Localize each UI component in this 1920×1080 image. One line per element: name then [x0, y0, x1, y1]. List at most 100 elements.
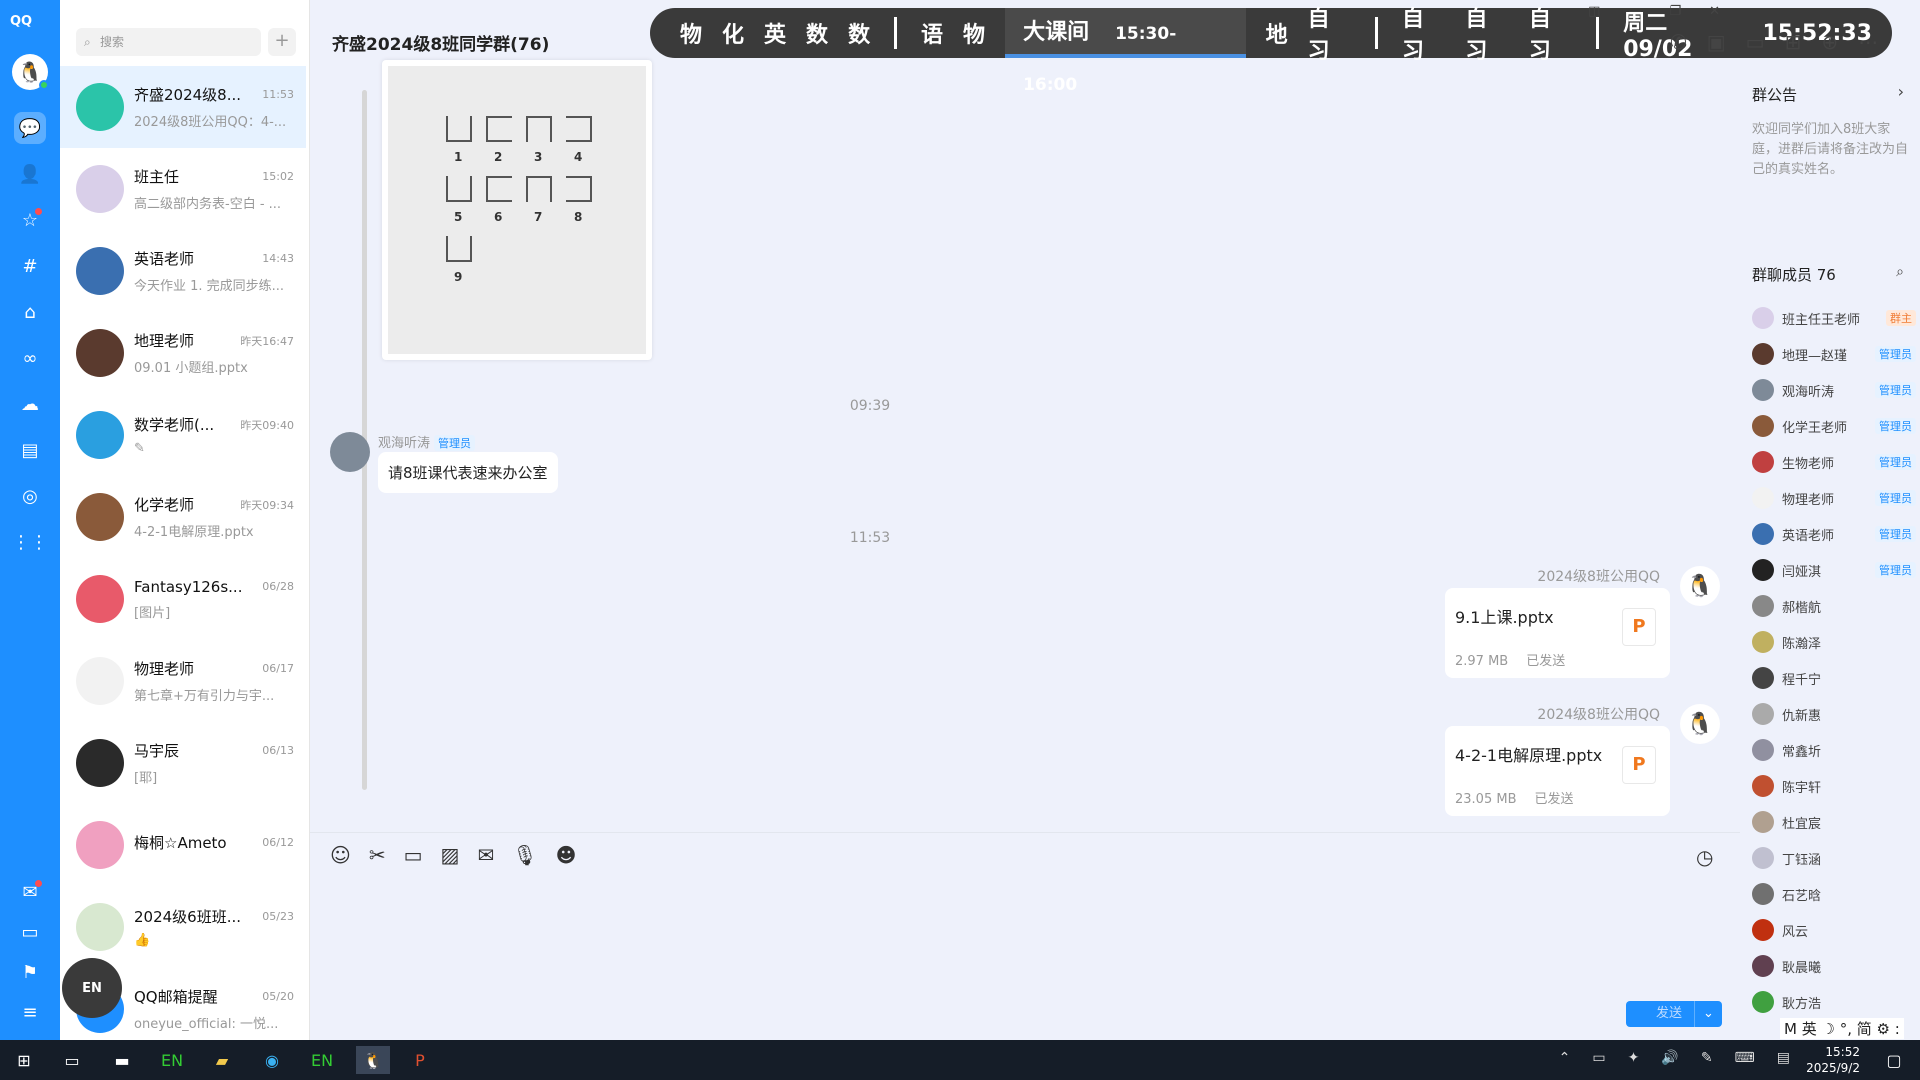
en-app-icon[interactable]: EN: [158, 1046, 186, 1074]
chat-list-item[interactable]: 物理老师 06/17 第七章+万有引力与宇...: [60, 640, 306, 722]
microphone-icon[interactable]: 🎙: [512, 843, 537, 867]
bot-icon[interactable]: ☻: [556, 843, 577, 867]
member-row[interactable]: 闫娅淇 管理员: [1752, 552, 1920, 588]
scissors-icon[interactable]: ✂: [369, 843, 386, 867]
pin-icon[interactable]: ◫: [1588, 4, 1600, 19]
chat-avatar[interactable]: [76, 83, 124, 131]
video-icon[interactable]: ▣: [1707, 30, 1726, 54]
screen-share-icon[interactable]: ▭: [1746, 30, 1765, 54]
folder-icon[interactable]: ▭: [14, 916, 46, 948]
minimize-icon[interactable]: —: [1628, 4, 1641, 19]
send-options-chevron-icon[interactable]: ⌄: [1694, 1001, 1722, 1027]
file-card[interactable]: 4-2-1电解原理.pptx 23.05 MB 已发送 P: [1445, 726, 1670, 816]
map-icon[interactable]: ⌂: [14, 296, 46, 328]
chat-list-item[interactable]: Fantasy126s... 06/28 [图片]: [60, 558, 306, 640]
chat-list-item[interactable]: 2024级6班班... 05/23 👍: [60, 886, 306, 968]
member-row[interactable]: 仇新惠: [1752, 696, 1920, 732]
member-row[interactable]: 陈瀚泽: [1752, 624, 1920, 660]
add-circle-icon[interactable]: ⊕: [1821, 30, 1838, 54]
network-icon[interactable]: ▭: [1592, 1050, 1605, 1066]
member-row[interactable]: 石艺晗: [1752, 876, 1920, 912]
messages-icon[interactable]: 💬: [14, 112, 46, 144]
chat-avatar[interactable]: [76, 411, 124, 459]
volume-icon[interactable]: 🔊: [1661, 1050, 1678, 1066]
chevron-up-icon[interactable]: ⌃: [1559, 1050, 1571, 1066]
file-card[interactable]: 9.1上课.pptx 2.97 MB 已发送 P: [1445, 588, 1670, 678]
mail-icon[interactable]: ✉: [14, 876, 46, 908]
member-row[interactable]: 耿晨曦: [1752, 948, 1920, 984]
member-row[interactable]: 班主任王老师 群主: [1752, 300, 1920, 336]
chat-avatar[interactable]: [76, 575, 124, 623]
member-row[interactable]: 英语老师 管理员: [1752, 516, 1920, 552]
keyboard-icon[interactable]: ⌨: [1735, 1050, 1755, 1066]
member-row[interactable]: 杜宜宸: [1752, 804, 1920, 840]
weather-icon[interactable]: ☁: [14, 388, 46, 420]
chat-list-item[interactable]: 英语老师 14:43 今天作业 1. 完成同步练...: [60, 230, 306, 312]
member-row[interactable]: 化学王老师 管理员: [1752, 408, 1920, 444]
qq-taskbar-icon[interactable]: 🐧: [356, 1046, 390, 1074]
store-icon[interactable]: ▤: [14, 434, 46, 466]
chat-avatar[interactable]: [76, 247, 124, 295]
chat-avatar[interactable]: [76, 821, 124, 869]
phone-icon[interactable]: ✆: [1670, 30, 1687, 54]
apps-icon[interactable]: ⊞: [1785, 30, 1802, 54]
image-message[interactable]: 1 2 3 4 5 6 7 8 9: [382, 60, 652, 360]
favorites-star-icon[interactable]: ☆: [14, 204, 46, 236]
emoji-icon[interactable]: ☺: [330, 843, 351, 867]
chat-avatar[interactable]: [76, 329, 124, 377]
chat-list-item[interactable]: 齐盛2024级8... 11:53 2024级8班公用QQ：4-...: [60, 66, 306, 148]
apps-grid-icon[interactable]: ⋮⋮: [12, 526, 48, 558]
link-icon[interactable]: ∞: [14, 342, 46, 374]
chat-list-item[interactable]: 数学老师(... 昨天09:40 ✎: [60, 394, 306, 476]
contacts-icon[interactable]: 👤: [14, 158, 46, 190]
send-button[interactable]: 发送 ⌄: [1626, 1001, 1722, 1027]
chat-list-item[interactable]: 化学老师 昨天09:34 4-2-1电解原理.pptx: [60, 476, 306, 558]
my-avatar[interactable]: 🐧: [12, 54, 49, 90]
member-row[interactable]: 程千宁: [1752, 660, 1920, 696]
penguin-avatar[interactable]: 🐧: [1680, 566, 1720, 606]
planet-icon[interactable]: ◎: [14, 480, 46, 512]
en-app2-icon[interactable]: EN: [308, 1046, 336, 1074]
member-row[interactable]: 物理老师 管理员: [1752, 480, 1920, 516]
chat-list-item[interactable]: 梅桐☆Ameto 06/12: [60, 804, 306, 886]
powerpoint-icon[interactable]: P: [406, 1046, 434, 1074]
chat-list-item[interactable]: 班主任 15:02 高二级部内务表-空白 - ...: [60, 148, 306, 230]
notifications-icon[interactable]: ▢: [1880, 1046, 1908, 1074]
bookmark-icon[interactable]: ⚑: [14, 956, 46, 988]
restore-icon[interactable]: ❐: [1669, 4, 1681, 19]
add-button[interactable]: +: [268, 28, 296, 56]
member-row[interactable]: 郝楷航: [1752, 588, 1920, 624]
security-icon[interactable]: ✦: [1628, 1050, 1640, 1066]
close-icon[interactable]: ✕: [1709, 4, 1720, 19]
member-row[interactable]: 耿方浩: [1752, 984, 1920, 1020]
chevron-right-icon[interactable]: ›: [1898, 82, 1904, 101]
member-row[interactable]: 观海听涛 管理员: [1752, 372, 1920, 408]
member-search-icon[interactable]: ⌕: [1896, 264, 1904, 280]
penguin-avatar[interactable]: 🐧: [1680, 704, 1720, 744]
member-row[interactable]: 地理—赵瑾 管理员: [1752, 336, 1920, 372]
start-icon[interactable]: ⊞: [10, 1046, 38, 1074]
message-bubble[interactable]: 请8班课代表速来办公室: [378, 452, 558, 493]
pen-icon[interactable]: ✎: [1701, 1050, 1713, 1066]
member-row[interactable]: 风云: [1752, 912, 1920, 948]
more-icon[interactable]: ⋯: [1858, 30, 1878, 54]
sender-avatar[interactable]: [330, 432, 370, 472]
ime-toolbar[interactable]: M 英 ☽ °, 简 ⚙ :: [1780, 1018, 1904, 1039]
chat-avatar[interactable]: [76, 739, 124, 787]
member-row[interactable]: 常鑫圻: [1752, 732, 1920, 768]
chat-list-item[interactable]: 马宇辰 06/13 [耶]: [60, 722, 306, 804]
menu-icon[interactable]: ≡: [14, 996, 46, 1028]
task-view-icon[interactable]: ▭: [58, 1046, 86, 1074]
folder-icon[interactable]: ▭: [404, 843, 423, 867]
app-icon[interactable]: ▬: [108, 1046, 136, 1074]
chat-list-item[interactable]: 地理老师 昨天16:47 09.01 小题组.pptx: [60, 312, 306, 394]
member-row[interactable]: 丁钰涵: [1752, 840, 1920, 876]
taskbar-clock[interactable]: 15:52 2025/9/2: [1806, 1044, 1860, 1076]
member-row[interactable]: 陈宇轩: [1752, 768, 1920, 804]
display-icon[interactable]: ▤: [1777, 1050, 1790, 1066]
floating-en-button[interactable]: EN: [62, 958, 122, 1018]
chat-avatar[interactable]: [76, 903, 124, 951]
history-clock-icon[interactable]: ◷: [1696, 845, 1713, 869]
file-explorer-icon[interactable]: ▰: [208, 1046, 236, 1074]
channels-hash-icon[interactable]: #: [14, 250, 46, 282]
